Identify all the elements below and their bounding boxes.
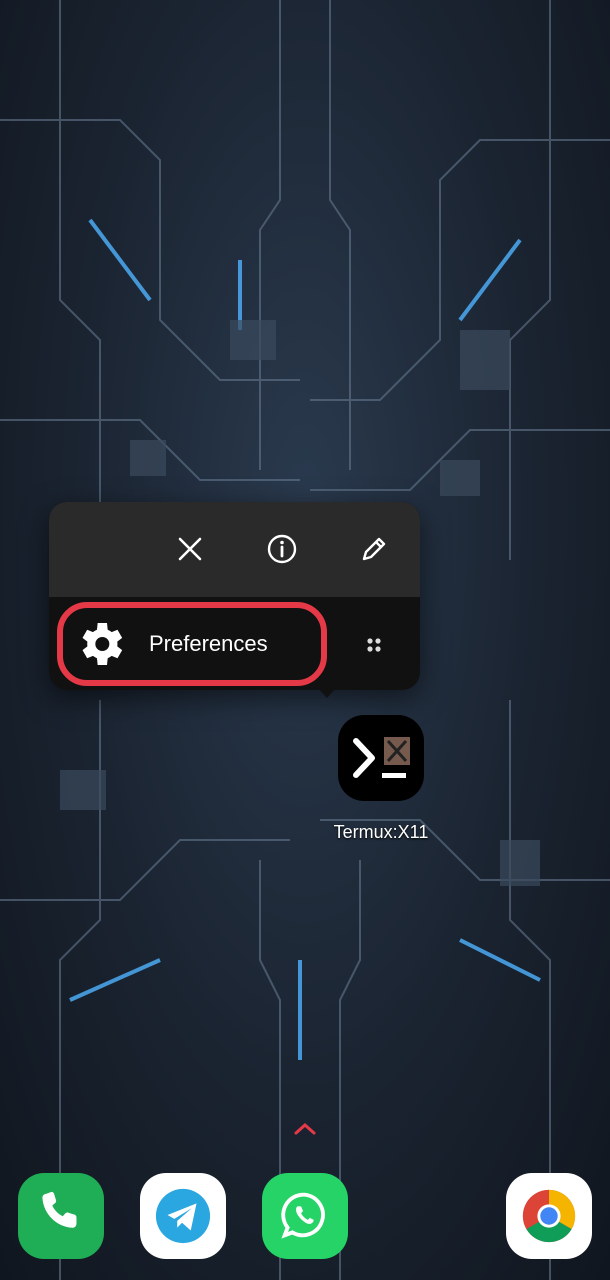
telegram-icon	[155, 1188, 211, 1244]
termux-icon	[353, 737, 410, 778]
chrome-icon	[522, 1189, 576, 1243]
close-icon	[178, 537, 202, 561]
termux-x11-app-icon[interactable]	[338, 715, 424, 801]
whatsapp-app-icon[interactable]	[262, 1173, 348, 1259]
edit-button[interactable]	[351, 526, 397, 572]
pencil-icon	[362, 537, 386, 561]
popup-actions-bar	[49, 502, 420, 597]
popup-pointer	[318, 688, 336, 698]
telegram-app-icon[interactable]	[140, 1173, 226, 1259]
chevron-up-icon[interactable]	[293, 1121, 317, 1135]
dots-grid-icon	[367, 638, 381, 652]
app-info-button[interactable]	[259, 526, 305, 572]
phone-app-icon[interactable]	[18, 1173, 104, 1259]
whatsapp-icon	[281, 1192, 325, 1239]
phone-icon	[42, 1191, 77, 1228]
app-label: Termux:X11	[333, 822, 429, 842]
shortcut-preferences[interactable]: Preferences	[57, 602, 327, 686]
info-icon	[267, 534, 297, 564]
preferences-label: Preferences	[149, 631, 268, 656]
close-button[interactable]	[167, 526, 213, 572]
app-shortcut-popup: Preferences	[49, 502, 420, 690]
chrome-app-icon[interactable]	[506, 1173, 592, 1259]
gear-icon	[71, 615, 129, 673]
drag-handle[interactable]	[357, 628, 391, 662]
